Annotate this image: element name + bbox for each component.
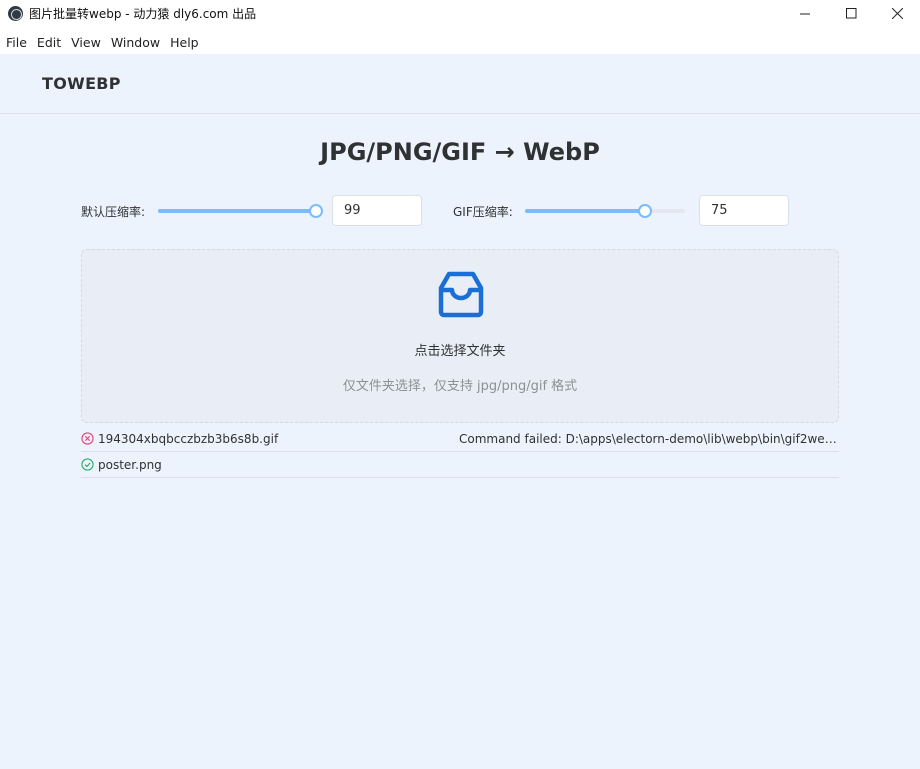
window-titlebar: 图片批量转webp - 动力猿 dly6.com 出品 <box>0 0 920 26</box>
file-row: 194304xbqbcczbzb3b6s8b.gif Command faile… <box>81 426 839 452</box>
maximize-button[interactable] <box>828 0 874 26</box>
gif-quality-label: GIF压缩率: <box>453 205 513 219</box>
dropzone-text: 点击选择文件夹 <box>414 344 506 359</box>
minimize-button[interactable] <box>782 0 828 26</box>
menu-file[interactable]: File <box>6 35 27 50</box>
gif-quality-slider-thumb[interactable] <box>638 204 652 218</box>
default-quality-slider[interactable] <box>158 204 323 218</box>
gif-quality-slider-fill <box>525 209 645 213</box>
minimize-icon <box>799 13 810 14</box>
page-title: JPG/PNG/GIF → WebP <box>320 138 600 166</box>
default-quality-slider-fill <box>158 209 316 213</box>
maximize-icon <box>845 7 856 18</box>
default-quality-slider-thumb[interactable] <box>309 204 323 218</box>
file-error-message: Command failed: D:\apps\electorn-demo\li… <box>459 431 839 446</box>
close-icon <box>891 7 903 19</box>
brand-title: TOWEBP <box>42 74 121 93</box>
menubar: File Edit View Window Help <box>0 30 920 54</box>
menu-edit[interactable]: Edit <box>37 35 61 50</box>
menu-window[interactable]: Window <box>111 35 160 50</box>
file-row: poster.png <box>81 452 839 478</box>
error-circle-icon <box>81 432 94 445</box>
menu-help[interactable]: Help <box>170 35 199 50</box>
app-icon <box>8 5 23 21</box>
file-name: poster.png <box>98 457 162 472</box>
default-quality-input[interactable]: 99 <box>332 195 422 226</box>
close-button[interactable] <box>874 0 920 26</box>
success-circle-icon <box>81 458 94 471</box>
default-quality-label: 默认压缩率: <box>81 205 146 219</box>
gif-quality-input[interactable]: 75 <box>699 195 789 226</box>
window-title: 图片批量转webp - 动力猿 dly6.com 出品 <box>29 6 257 21</box>
gif-quality-slider[interactable] <box>525 204 685 218</box>
menu-view[interactable]: View <box>71 35 101 50</box>
dropzone-tip: 仅文件夹选择，仅支持 jpg/png/gif 格式 <box>342 379 578 394</box>
window-controls <box>782 0 920 26</box>
inbox-icon <box>438 271 484 318</box>
file-name: 194304xbqbcczbzb3b6s8b.gif <box>98 431 279 446</box>
app-header: TOWEBP <box>0 54 920 114</box>
folder-dropzone[interactable]: 点击选择文件夹 仅文件夹选择，仅支持 jpg/png/gif 格式 <box>81 249 839 423</box>
